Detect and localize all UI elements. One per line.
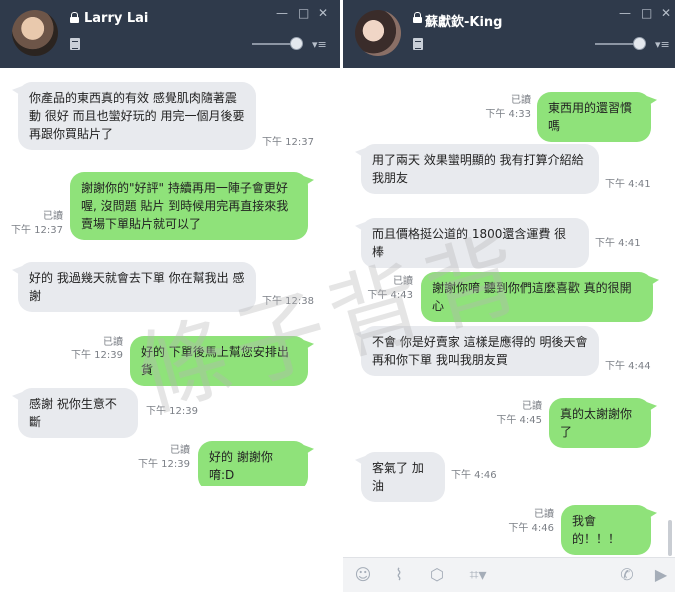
message-time: 下午 4:33 <box>485 109 531 120</box>
message-time: 下午 12:38 <box>262 296 314 307</box>
message-time: 下午 12:39 <box>146 406 198 417</box>
volume-slider-knob[interactable] <box>290 37 303 50</box>
message-bubble: 好的 謝謝你唷:D <box>198 441 308 486</box>
message-bubble: 好的 我過幾天就會去下單 你在幫我出 感 謝 <box>18 262 256 312</box>
message-time: 下午 4:46 <box>451 470 497 481</box>
message-time: 下午 4:46 <box>508 523 554 534</box>
chat-header: 蘇獻欽-King — □ ✕ ▾≡ <box>343 0 675 68</box>
message-time: 下午 4:41 <box>605 179 651 190</box>
read-status: 已讀 <box>170 445 190 456</box>
message-time: 下午 4:44 <box>605 361 651 372</box>
message-list[interactable]: 東西用的還習慣嗎 已讀 下午 4:33 用了兩天 效果蠻明顯的 我有打算介紹給 … <box>343 68 675 558</box>
message-time: 下午 12:37 <box>262 137 314 148</box>
note-icon[interactable] <box>70 38 80 50</box>
read-status: 已讀 <box>43 211 63 222</box>
message-bubble: 而且價格挺公道的 1800還含運費 很棒 <box>361 218 589 268</box>
message-time: 下午 4:43 <box>367 290 413 301</box>
note-icon[interactable] <box>413 38 423 50</box>
close-icon[interactable]: ✕ <box>318 6 328 20</box>
minimize-icon[interactable]: — <box>276 6 288 20</box>
minimize-icon[interactable]: — <box>619 6 631 20</box>
close-icon[interactable]: ✕ <box>661 6 671 20</box>
contact-name: Larry Lai <box>84 11 149 26</box>
message-list[interactable]: 你產品的東西真的有效 感覺肌肉隨著震 動 很好 而且也蠻好玩的 用完一個月後要 … <box>0 68 340 486</box>
volume-slider-knob[interactable] <box>633 37 646 50</box>
lock-icon <box>413 12 422 23</box>
maximize-icon[interactable]: □ <box>641 6 652 20</box>
message-bubble: 你產品的東西真的有效 感覺肌肉隨著震 動 很好 而且也蠻好玩的 用完一個月後要 … <box>18 82 256 150</box>
message-bubble: 客氣了 加油 <box>361 452 445 502</box>
read-status: 已讀 <box>393 276 413 287</box>
message-time: 下午 12:39 <box>71 350 123 361</box>
message-bubble: 好的 下單後馬上幫您安排出貨 <box>130 336 308 386</box>
message-bubble: 我會的！！！ <box>561 505 651 555</box>
message-time: 下午 12:37 <box>11 225 63 236</box>
menu-icon[interactable]: ▾≡ <box>655 38 670 51</box>
scrollbar[interactable] <box>668 520 672 556</box>
maximize-icon[interactable]: □ <box>298 6 309 20</box>
menu-icon[interactable]: ▾≡ <box>312 38 327 51</box>
avatar[interactable] <box>12 10 58 56</box>
read-status: 已讀 <box>511 95 531 106</box>
message-bubble: 真的太謝謝你了 <box>549 398 651 448</box>
video-icon[interactable]: ▶ <box>651 565 671 585</box>
message-bubble: 謝謝你唷 聽到你們這麼喜歡 真的很開心 <box>421 272 653 322</box>
sticker-icon[interactable]: ⬡ <box>427 565 447 585</box>
message-bubble: 用了兩天 效果蠻明顯的 我有打算介紹給 我朋友 <box>361 144 599 194</box>
message-bubble: 謝謝你的"好評" 持續再用一陣子會更好 喔, 沒問題 貼片 到時候用完再直接來我… <box>70 172 308 240</box>
phone-icon[interactable]: ✆ <box>617 565 637 585</box>
avatar[interactable] <box>355 10 401 56</box>
message-time: 下午 4:45 <box>496 415 542 426</box>
chat-window-king: 蘇獻欽-King — □ ✕ ▾≡ 東西用的還習慣嗎 已讀 下午 4:33 用了… <box>343 0 675 592</box>
chat-header: Larry Lai — □ ✕ ▾≡ <box>0 0 340 68</box>
chat-window-larry: Larry Lai — □ ✕ ▾≡ 你產品的東西真的有效 感覺肌肉隨著震 動 … <box>0 0 340 486</box>
message-time: 下午 4:41 <box>595 238 641 249</box>
contact-name: 蘇獻欽-King <box>425 15 503 30</box>
read-status: 已讀 <box>103 337 123 348</box>
message-time: 下午 12:39 <box>138 459 190 470</box>
message-bubble: 感謝 祝你生意不斷 <box>18 388 138 438</box>
crop-icon[interactable]: ⌗▾ <box>463 565 493 585</box>
read-status: 已讀 <box>522 401 542 412</box>
message-bubble: 不會 你是好賣家 這樣是應得的 明後天會 再和你下單 我叫我朋友買 <box>361 326 599 376</box>
emoji-icon[interactable]: ☺ <box>353 565 373 585</box>
lock-icon <box>70 12 79 23</box>
input-toolbar: ☺ ⌇ ⬡ ⌗▾ ✆ ▶ <box>343 557 675 592</box>
read-status: 已讀 <box>534 509 554 520</box>
message-bubble: 東西用的還習慣嗎 <box>537 92 651 142</box>
attach-icon[interactable]: ⌇ <box>389 565 409 585</box>
